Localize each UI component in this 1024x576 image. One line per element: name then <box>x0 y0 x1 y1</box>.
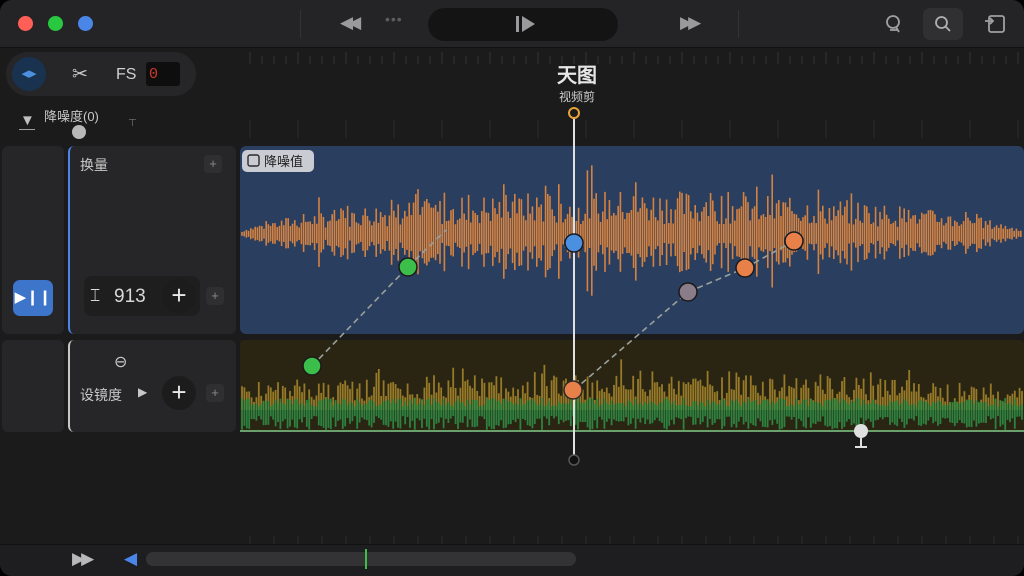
timeline-canvas[interactable]: 降噪值 天图 视频剪 <box>0 0 1024 576</box>
keyframe-green[interactable] <box>398 257 418 277</box>
keyframe-blue[interactable] <box>564 233 584 253</box>
keyframe-green[interactable] <box>302 356 322 376</box>
clip-label-text: 降噪值 <box>264 154 303 169</box>
keyframe-orange[interactable] <box>735 258 755 278</box>
playhead-title: 天图 <box>557 64 597 87</box>
scroll-position-marker[interactable] <box>365 549 368 569</box>
playhead-foot[interactable] <box>568 454 580 466</box>
step-forward-icon[interactable]: ▶▶ <box>72 549 94 569</box>
editor-window: ◀◀ ••• ▶▶ ◂▸ ✂ FS 0 ▼ 降噪度(0) ⊤ 换量 + ▶❙❙ <box>0 0 1024 576</box>
horizontal-scrollbar[interactable] <box>146 549 576 569</box>
keyframe-orange[interactable] <box>784 231 804 251</box>
scroll-left-icon[interactable]: ◀ <box>124 549 137 569</box>
marker-pin-icon[interactable] <box>854 424 868 448</box>
playhead-head[interactable] <box>568 107 580 119</box>
keyframe-orange[interactable] <box>563 380 583 400</box>
keyframe-gray[interactable] <box>678 282 698 302</box>
playhead-subtitle: 视频剪 <box>559 89 595 104</box>
